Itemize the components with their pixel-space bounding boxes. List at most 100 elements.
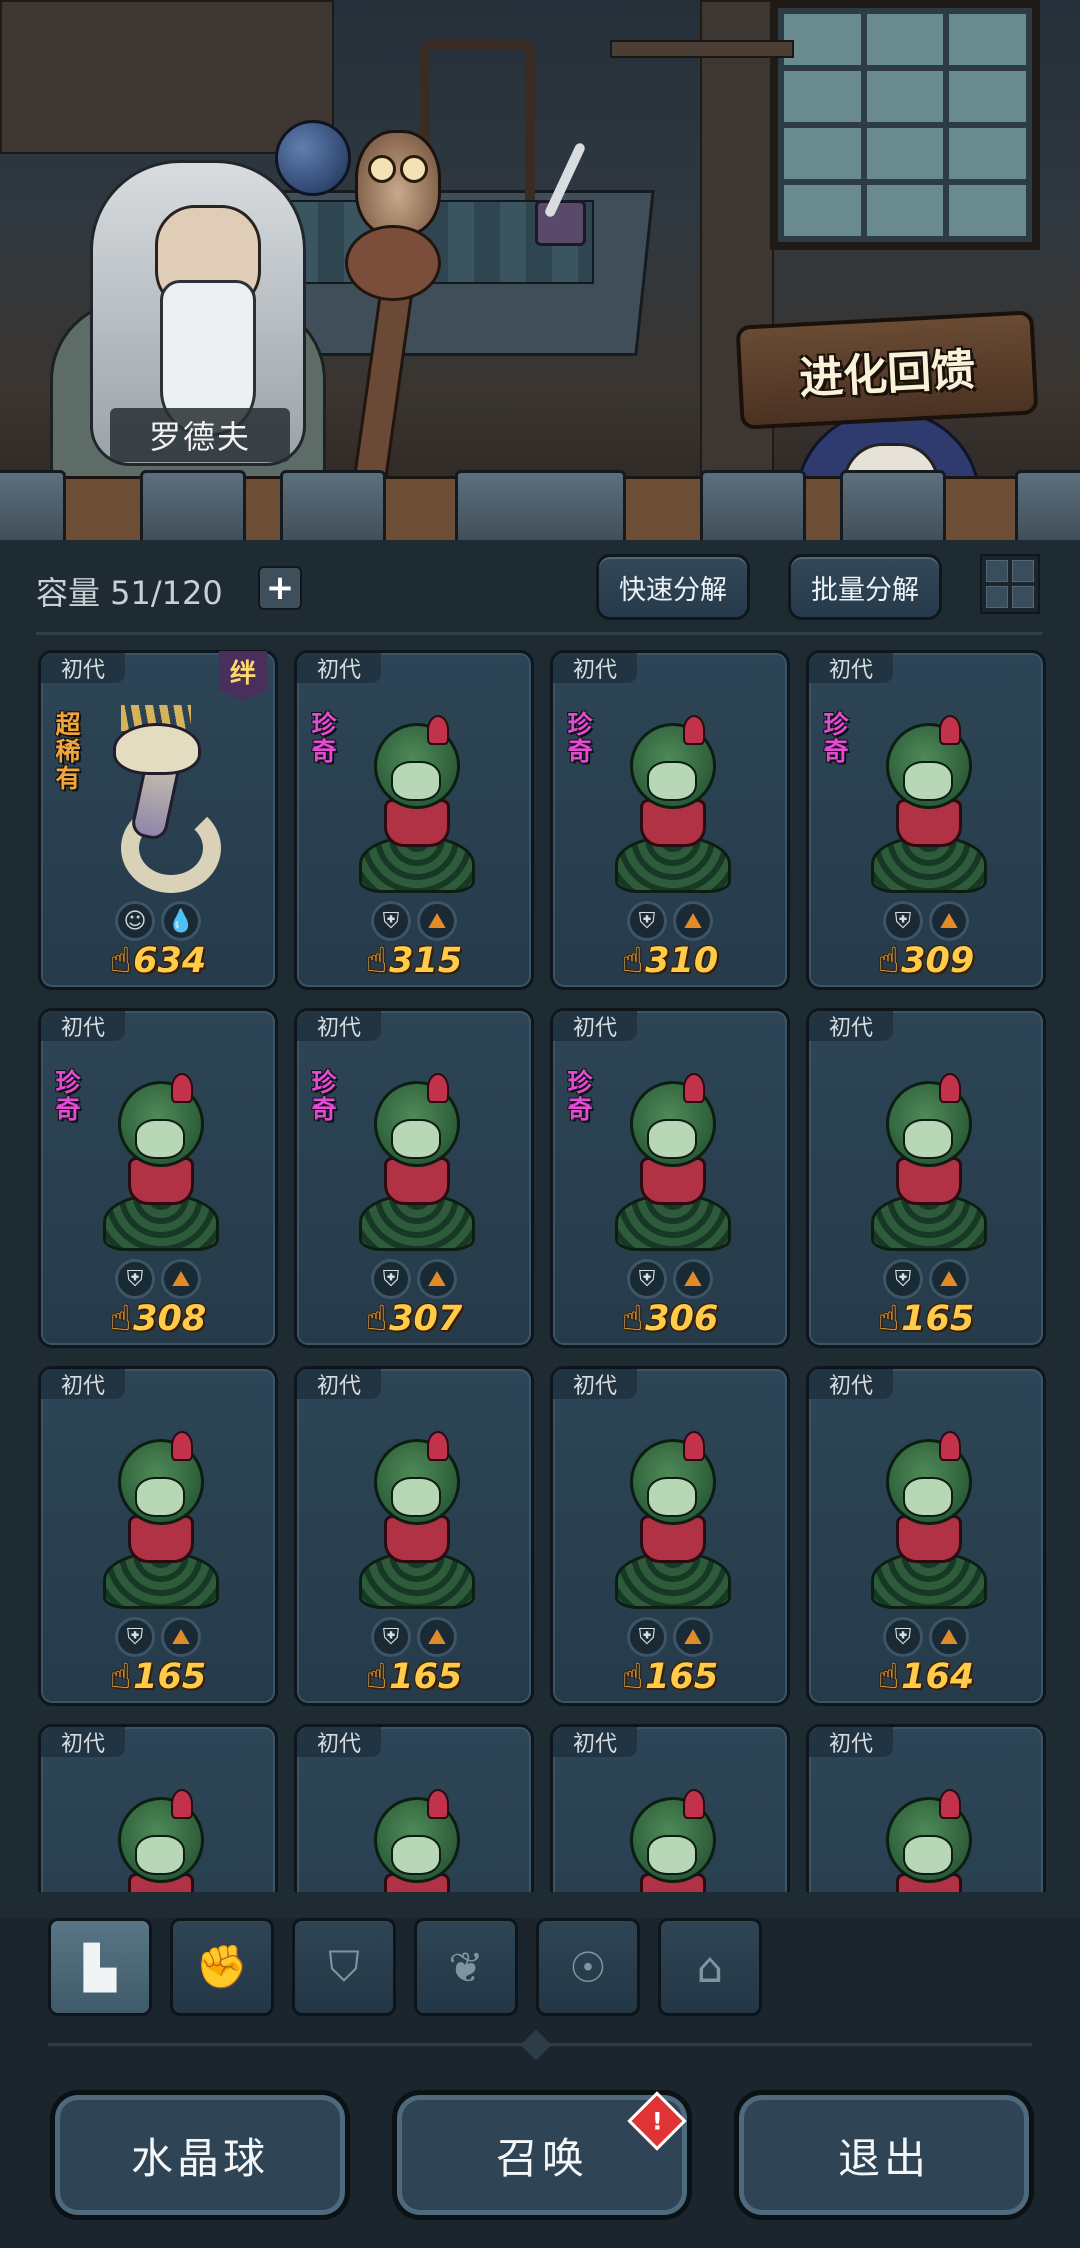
power-number: 634 xyxy=(133,941,207,981)
power-icon: ☝ xyxy=(621,1657,644,1697)
trait-icons: ⛨ ⛰ xyxy=(297,1617,531,1657)
wall-shelf xyxy=(0,0,334,154)
plant-monster xyxy=(871,715,987,893)
globe-icon xyxy=(275,120,351,196)
merlon xyxy=(0,470,66,546)
plant-monster xyxy=(615,1431,731,1609)
plant-monster xyxy=(871,1789,981,1892)
power-value: ☝165 xyxy=(297,1657,531,1697)
filter-tab-all[interactable]: ▙ xyxy=(48,1918,152,2016)
rock-icon: ⛰ xyxy=(417,1259,457,1299)
rock-icon: ⛰ xyxy=(673,901,713,941)
plant-monster xyxy=(359,1789,469,1892)
grid-view-icon[interactable] xyxy=(980,554,1040,614)
monster-card[interactable]: 初代 ⛨ ⛰ ☝165 xyxy=(806,1008,1046,1348)
plus-icon[interactable]: + xyxy=(258,566,302,610)
crystal-ball-button[interactable]: 水晶球 xyxy=(50,2090,350,2220)
book-shelf xyxy=(610,40,794,58)
generation-tag: 初代 xyxy=(809,1369,893,1399)
filter-tab-shrine[interactable]: ⌂ xyxy=(658,1918,762,2016)
sprout-icon: ❦ xyxy=(448,1942,484,1992)
filter-tab-alien[interactable]: ☉ xyxy=(536,1918,640,2016)
monster-card[interactable]: 初代 ⛨ ⛰ ☝165 xyxy=(38,1366,278,1706)
shield-icon: ⛨ xyxy=(883,1617,923,1657)
generation-tag: 初代 xyxy=(553,1369,637,1399)
plant-monster xyxy=(103,1431,219,1609)
alert-icon: ! xyxy=(651,2106,663,2135)
power-number: 165 xyxy=(133,1657,207,1697)
filter-tab-fist[interactable]: ✊ xyxy=(170,1918,274,2016)
evolution-feedback-button[interactable]: 进化回馈 xyxy=(735,310,1039,430)
shield-icon: ⛨ xyxy=(627,1259,667,1299)
monster-card[interactable]: 初代 xyxy=(294,1724,534,1892)
monster-card[interactable]: 初代 xyxy=(38,1724,278,1892)
rarity-label: 珍奇 xyxy=(567,710,593,766)
generation-tag: 初代 xyxy=(41,653,125,683)
trait-icons: ☺ 💧 xyxy=(41,901,275,941)
rock-icon: ⛰ xyxy=(161,1617,201,1657)
power-number: 165 xyxy=(901,1299,975,1339)
monster-card[interactable]: 初代 ⛨ ⛰ ☝165 xyxy=(294,1366,534,1706)
plant-monster xyxy=(615,1789,725,1892)
monster-card[interactable]: 初代 珍奇 ⛨ ⛰ ☝308 xyxy=(38,1008,278,1348)
trait-icons: ⛨ ⛰ xyxy=(809,1259,1043,1299)
trait-icons: ⛨ ⛰ xyxy=(41,1617,275,1657)
merlon xyxy=(1015,470,1080,546)
rock-icon: ⛰ xyxy=(673,1617,713,1657)
power-icon: ☝ xyxy=(109,1657,132,1697)
monster-card[interactable]: 初代绊超稀有 ☺ 💧 ☝634 xyxy=(38,650,278,990)
shield-icon: ⛨ xyxy=(627,1617,667,1657)
monster-grid: 初代绊超稀有 ☺ 💧 ☝634 初代 珍奇 ⛨ ⛰ ☝315 初代 珍奇 ⛨ ⛰ ☝310 初代 珍奇 ⛨ ⛰ ☝3… xyxy=(0,648,1080,1892)
generation-tag: 初代 xyxy=(809,1727,893,1757)
monster-card[interactable]: 初代 珍奇 ⛨ ⛰ ☝306 xyxy=(550,1008,790,1348)
plant-monster xyxy=(359,1073,475,1251)
trait-icons: ⛨ ⛰ xyxy=(553,901,787,941)
shield-icon: ⛨ xyxy=(371,901,411,941)
monster-card[interactable]: 初代 珍奇 ⛨ ⛰ ☝315 xyxy=(294,650,534,990)
window xyxy=(770,0,1040,250)
capacity-label: 容量 51/120 xyxy=(36,574,223,612)
shield-icon: ⛨ xyxy=(883,901,923,941)
power-value: ☝165 xyxy=(553,1657,787,1697)
trait-icons: ⛨ ⛰ xyxy=(41,1259,275,1299)
shield-icon: ⛨ xyxy=(883,1259,923,1299)
power-number: 164 xyxy=(901,1657,975,1697)
generation-tag: 初代 xyxy=(297,653,381,683)
monster-card[interactable]: 初代 珍奇 ⛨ ⛰ ☝307 xyxy=(294,1008,534,1348)
trait-icons: ⛨ ⛰ xyxy=(809,901,1043,941)
trait-icons: ⛨ ⛰ xyxy=(553,1259,787,1299)
power-value: ☝315 xyxy=(297,941,531,981)
plant-monster xyxy=(615,1073,731,1251)
plant-monster xyxy=(103,1789,213,1892)
power-icon: ☝ xyxy=(109,1299,132,1339)
power-icon: ☝ xyxy=(109,941,132,981)
rock-icon: ⛰ xyxy=(417,1617,457,1657)
monster-card[interactable]: 初代 xyxy=(550,1724,790,1892)
power-icon: ☝ xyxy=(365,941,388,981)
merlon xyxy=(140,470,246,546)
monster-card[interactable]: 初代 xyxy=(806,1724,1046,1892)
rock-icon: ⛰ xyxy=(929,901,969,941)
filter-tab-shield[interactable]: ⛉ xyxy=(292,1918,396,2016)
shield-icon: ⛨ xyxy=(371,1259,411,1299)
monster-card[interactable]: 初代 珍奇 ⛨ ⛰ ☝310 xyxy=(550,650,790,990)
generation-tag: 初代 xyxy=(553,1727,637,1757)
trait-icons: ⛨ ⛰ xyxy=(553,1617,787,1657)
shield-icon: ⛨ xyxy=(115,1259,155,1299)
quick-decompose-button[interactable]: 快速分解 xyxy=(596,554,750,620)
plant-monster xyxy=(359,715,475,893)
rarity-label: 珍奇 xyxy=(567,1068,593,1124)
merlon xyxy=(455,470,626,546)
monster-card[interactable]: 初代 ⛨ ⛰ ☝165 xyxy=(550,1366,790,1706)
power-number: 315 xyxy=(389,941,463,981)
monster-card[interactable]: 初代 珍奇 ⛨ ⛰ ☝309 xyxy=(806,650,1046,990)
exit-button[interactable]: 退出 xyxy=(734,2090,1034,2220)
winged-shield-icon: ⛉ xyxy=(328,1942,360,1991)
filter-tab-sprout[interactable]: ❦ xyxy=(414,1918,518,2016)
shield-icon: ⛨ xyxy=(115,1617,155,1657)
rock-icon: ⛰ xyxy=(417,901,457,941)
plant-monster xyxy=(103,1073,219,1251)
monster-card[interactable]: 初代 ⛨ ⛰ ☝164 xyxy=(806,1366,1046,1706)
batch-decompose-button[interactable]: 批量分解 xyxy=(788,554,942,620)
power-value: ☝307 xyxy=(297,1299,531,1339)
